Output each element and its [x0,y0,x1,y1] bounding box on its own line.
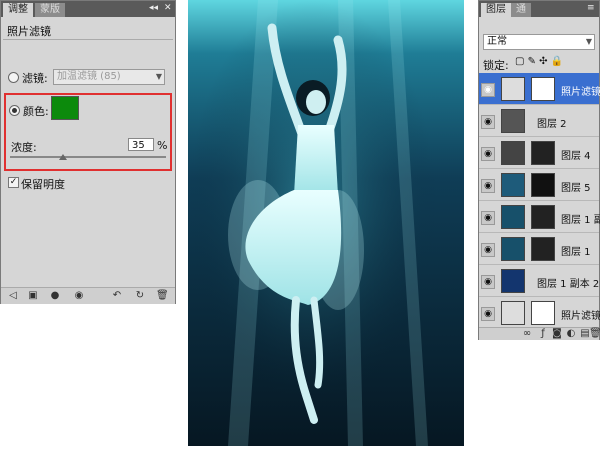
layer-name: 图层 5 [561,183,591,194]
layers-bottom-toolbar: ∞ ƒ ◙ ◐ ▤ 🗑 [479,327,600,340]
eye-icon[interactable]: ◉ [481,275,495,289]
layer-row[interactable]: ◉ 图层 4 [479,137,599,169]
mask-thumb [531,77,555,101]
adjustment-thumb [501,301,525,325]
adjustments-bottom-toolbar: ◁ ▣ ● ◉ ↶ ↻ 🗑 [1,287,175,304]
preserve-luminosity-checkbox[interactable]: ✓ [8,177,19,188]
layer-thumb [501,141,525,165]
color-swatch[interactable] [51,96,79,120]
adjust-icon[interactable]: ◐ [565,328,577,340]
trash-icon[interactable]: 🗑 [156,290,169,302]
layer-row[interactable]: ◉ 图层 1 副本 [479,201,600,233]
eye-icon[interactable]: ◉ [481,147,495,161]
lock-label: 锁定: [483,59,509,72]
tab-masks[interactable]: 蒙版 [35,3,65,17]
layers-panel: 图层 通 ≡ 正常 ▼ 锁定: ▢ ✎ ✣ 🔒 ◉ 照片滤镜 ◉ 图层 2 ◉ … [478,0,600,340]
chevron-down-icon: ▼ [585,37,592,46]
eye-icon[interactable]: ◉ [481,83,495,97]
layer-thumb [501,173,525,197]
chevron-down-icon: ▼ [155,72,162,81]
panel-menu-icon[interactable]: ≡ [587,3,595,13]
density-label: 浓度: [11,141,37,154]
blend-mode-select[interactable]: 正常 ▼ [483,34,595,50]
layer-name: 照片滤镜 [561,311,600,322]
adjustments-panel: 调整 蒙版 ◂◂ ✕ 照片滤镜 滤镜: 加温滤镜 (85) ▼ 颜色: 浓度: … [0,0,176,304]
lock-icons[interactable]: ▢ ✎ ✣ 🔒 [515,56,563,67]
density-input[interactable]: 35 [128,138,154,151]
adjustments-tabbar: 调整 蒙版 ◂◂ ✕ [1,1,175,17]
layer-row[interactable]: ◉ 图层 1 [479,233,599,265]
filter-label: 滤镜: [22,72,48,85]
density-slider-thumb[interactable] [59,154,67,160]
layer-row[interactable]: ◉ 图层 1 副本 2 [479,265,599,297]
layer-row[interactable]: ◉ 图层 2 [479,105,599,137]
mask-thumb [531,173,555,197]
layer-name: 图层 4 [561,151,591,162]
filter-select[interactable]: 加温滤镜 (85) ▼ [53,69,165,85]
eye-icon[interactable]: ◉ [481,211,495,225]
filter-select-value: 加温滤镜 (85) [57,71,121,82]
panel-title: 照片滤镜 [7,25,51,38]
mask-icon[interactable]: ◙ [551,328,563,340]
layer-thumb [501,269,525,293]
collapse-icon[interactable]: ◂◂ [149,3,158,13]
eye-icon[interactable]: ◉ [481,307,495,321]
color-radio[interactable] [9,105,20,116]
layer-name: 图层 1 副本 [561,215,600,226]
clip-icon[interactable]: ● [49,290,61,302]
tab-layers[interactable]: 图层 [481,3,511,17]
divider [3,39,173,40]
layers-tabbar: 图层 通 ≡ [479,1,599,17]
color-label: 颜色: [23,105,49,118]
layer-row[interactable]: ◉ 照片滤镜 [479,297,600,329]
mask-thumb [531,301,555,325]
tab-adjustments[interactable]: 调整 [3,3,33,17]
layer-thumb [501,237,525,261]
eye-icon[interactable]: ◉ [481,179,495,193]
underwater-photo [188,0,464,446]
document-canvas[interactable] [188,0,464,446]
mask-thumb [531,141,555,165]
link-icon[interactable]: ∞ [521,328,533,340]
expand-view-icon[interactable]: ▣ [27,290,39,302]
preserve-luminosity-label: 保留明度 [21,178,65,191]
back-arrow-icon[interactable]: ◁ [7,290,19,302]
reset-icon[interactable]: ↻ [134,290,146,302]
blend-mode-value: 正常 [487,36,507,47]
filter-radio[interactable] [8,72,19,83]
layer-name: 图层 1 [561,247,591,258]
layer-row[interactable]: ◉ 图层 5 [479,169,599,201]
layer-thumb [501,109,525,133]
mask-thumb [531,237,555,261]
eye-icon[interactable]: ◉ [481,115,495,129]
eye-icon[interactable]: ◉ [481,243,495,257]
close-icon[interactable]: ✕ [164,3,172,13]
trash-icon[interactable]: 🗑 [589,328,600,340]
previous-state-icon[interactable]: ↶ [111,290,123,302]
eye-icon[interactable]: ◉ [73,290,85,302]
layer-name: 图层 1 副本 2 [537,279,600,290]
fx-icon[interactable]: ƒ [537,328,549,340]
density-slider-track[interactable] [10,156,166,158]
layer-row[interactable]: ◉ 照片滤镜 [479,73,600,105]
layer-name: 图层 2 [537,119,567,130]
layer-thumb [501,205,525,229]
mask-thumb [531,205,555,229]
layer-name: 照片滤镜 [561,87,600,98]
tab-channels[interactable]: 通 [511,3,531,17]
density-unit: % [157,139,168,152]
adjustment-thumb [501,77,525,101]
